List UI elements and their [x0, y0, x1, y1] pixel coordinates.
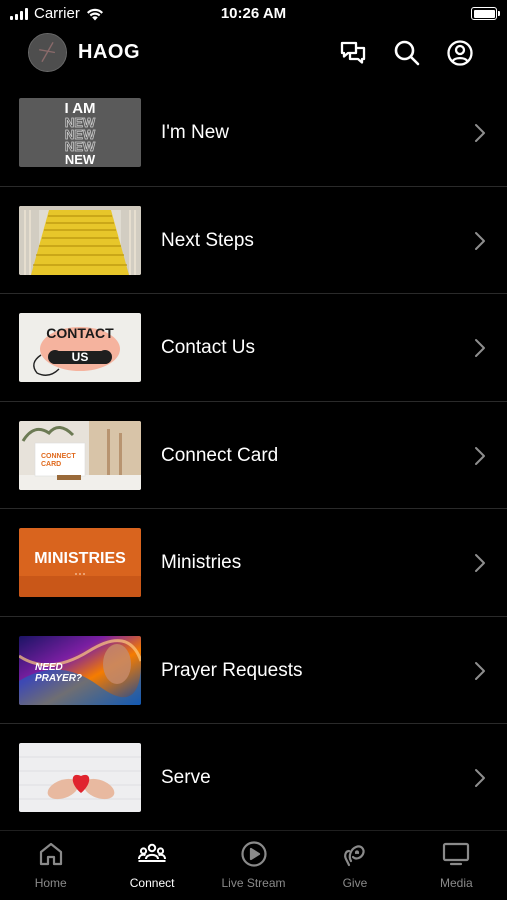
play-circle-icon [239, 839, 269, 869]
thumb-text-connect: CONNECT [41, 453, 76, 460]
list-item-prayer-requests[interactable]: NEED PRAYER? Prayer Requests [0, 617, 507, 724]
chevron-right-icon [473, 338, 487, 358]
tv-icon [441, 839, 471, 869]
item-label-serve: Serve [161, 767, 211, 788]
item-label-contact-us: Contact Us [161, 337, 255, 358]
status-time: 10:26 AM [220, 5, 287, 22]
tab-media[interactable]: Media [406, 831, 507, 900]
item-label-prayer-requests: Prayer Requests [161, 659, 303, 681]
tab-bar: Home Connect Live Stream Give Media [0, 830, 507, 900]
chevron-right-icon [473, 661, 487, 681]
next-steps-thumbnail [19, 205, 141, 275]
item-label-ministries: Ministries [161, 552, 242, 573]
connect-menu-list: I AM NEW NEW NEW NEW I'm New Next Steps … [0, 79, 507, 832]
give-icon [340, 839, 370, 869]
item-label-im-new: I'm New [161, 122, 230, 143]
connect-card-thumbnail: CONNECT CARD [19, 420, 141, 490]
tab-label-home: Home [34, 876, 67, 890]
tab-label-give: Give [342, 876, 368, 890]
chevron-right-icon [473, 446, 487, 466]
tab-connect[interactable]: Connect [101, 831, 202, 900]
list-item-im-new[interactable]: I AM NEW NEW NEW NEW I'm New [0, 79, 507, 187]
list-item-contact-us[interactable]: CONTACT US Contact Us [0, 294, 507, 402]
status-bar: Carrier 10:26 AM [0, 0, 507, 30]
cross-logo-icon [29, 34, 66, 71]
thumb-text-need: NEED [35, 662, 63, 673]
chevron-right-icon [473, 231, 487, 251]
tab-live-stream[interactable]: Live Stream [203, 831, 304, 900]
item-label-connect-card: Connect Card [161, 444, 279, 466]
list-item-ministries[interactable]: MINISTRIES Ministries [0, 509, 507, 617]
thumb-text-new-4: NEW [65, 152, 96, 167]
tab-home[interactable]: Home [0, 831, 101, 900]
serve-thumbnail [19, 743, 141, 812]
battery-icon [471, 7, 500, 20]
thumb-text-us: US [72, 350, 89, 364]
thumb-text-contact: CONTACT [46, 325, 114, 341]
thumb-text-ministries: MINISTRIES [34, 550, 126, 567]
chat-icon[interactable] [338, 38, 368, 68]
tab-label-media: Media [439, 876, 473, 890]
list-item-next-steps[interactable]: Next Steps [0, 187, 507, 294]
app-header: HAOG [0, 30, 507, 76]
chevron-right-icon [473, 768, 487, 788]
thumb-text-card: CARD [41, 461, 61, 468]
tab-give[interactable]: Give [304, 831, 405, 900]
home-icon [36, 839, 66, 869]
contact-us-thumbnail: CONTACT US [19, 313, 141, 382]
thumb-text-prayer: PRAYER? [35, 673, 82, 684]
chevron-right-icon [473, 123, 487, 143]
list-item-serve[interactable]: Serve [0, 724, 507, 832]
app-title: HAOG [78, 41, 140, 63]
account-icon[interactable] [445, 38, 475, 68]
item-label-next-steps: Next Steps [161, 229, 254, 251]
im-new-thumbnail: I AM NEW NEW NEW NEW [19, 98, 141, 167]
search-icon[interactable] [392, 38, 422, 68]
church-logo-avatar[interactable] [28, 33, 67, 72]
list-item-connect-card[interactable]: CONNECT CARD Connect Card [0, 402, 507, 509]
tab-label-connect: Connect [129, 876, 175, 890]
tab-label-live-stream: Live Stream [221, 876, 286, 890]
people-icon [137, 839, 167, 869]
chevron-right-icon [473, 553, 487, 573]
prayer-requests-thumbnail: NEED PRAYER? [19, 635, 141, 705]
ministries-thumbnail: MINISTRIES [19, 528, 141, 597]
